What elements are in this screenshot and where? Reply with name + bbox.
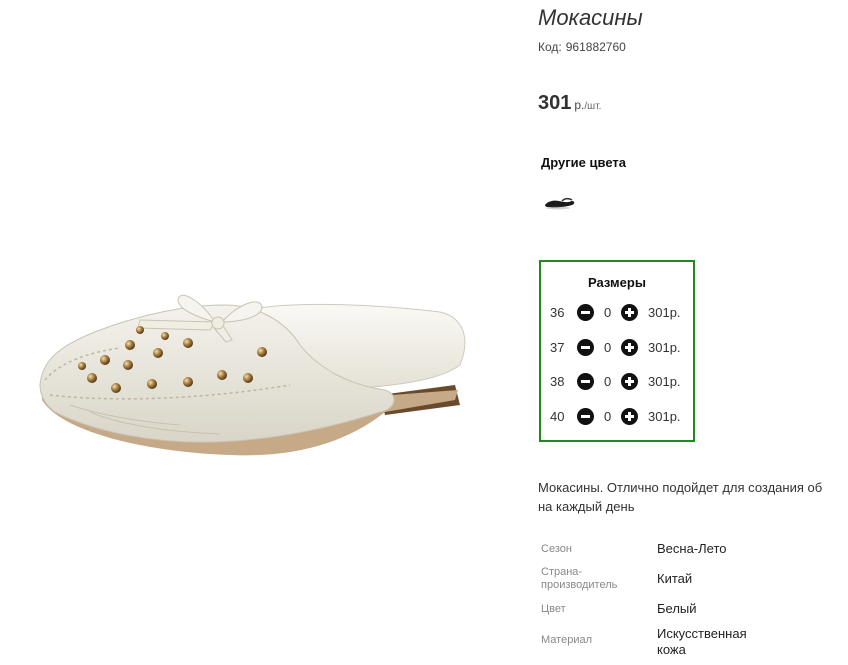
- qty-value: 0: [604, 409, 612, 424]
- product-price: 301 р./шт.: [538, 92, 601, 115]
- spec-value-material: Искусственная кожа: [657, 626, 747, 658]
- spec-label-color: Цвет: [541, 603, 566, 615]
- decrease-qty-button[interactable]: [577, 304, 594, 321]
- spec-label-material: Материал: [541, 634, 592, 646]
- size-value: 38: [550, 374, 565, 389]
- other-colors-title: Другие цвета: [541, 155, 626, 170]
- spec-label-season: Сезон: [541, 543, 572, 555]
- decrease-qty-button[interactable]: [577, 373, 594, 390]
- size-price: 301р.: [648, 374, 681, 389]
- size-value: 36: [550, 305, 565, 320]
- code-label: Код:: [538, 40, 562, 54]
- black-shoe-thumbnail-icon: [545, 197, 575, 210]
- size-row: 40 0 301р.: [541, 407, 693, 427]
- size-row: 36 0 301р.: [541, 303, 693, 323]
- spec-label-line: производитель: [541, 579, 618, 591]
- qty-value: 0: [604, 305, 612, 320]
- product-info: Мокасины Код: 961882760 301 р./шт. Другие …: [538, 0, 848, 660]
- spec-value-country: Китай: [657, 571, 693, 586]
- size-value: 40: [550, 409, 565, 424]
- size-row: 38 0 301р.: [541, 372, 693, 392]
- size-price: 301р.: [648, 305, 681, 320]
- size-price: 301р.: [648, 340, 681, 355]
- description-line: Мокасины. Отлично подойдет для создания …: [538, 480, 823, 495]
- product-title: Мокасины: [538, 5, 643, 30]
- code-value: 961882760: [565, 40, 626, 54]
- spec-value-season: Весна-Лето: [657, 541, 727, 556]
- sizes-title: Размеры: [588, 275, 646, 290]
- spec-value-line: кожа: [657, 642, 686, 657]
- description-line: на каждый день: [538, 499, 635, 514]
- increase-qty-button[interactable]: [621, 339, 638, 356]
- qty-value: 0: [604, 374, 612, 389]
- product-code: Код: 961882760: [538, 40, 626, 54]
- size-price: 301р.: [648, 409, 681, 424]
- increase-qty-button[interactable]: [621, 304, 638, 321]
- price-value: 301: [538, 92, 572, 114]
- spec-value-color: Белый: [657, 601, 697, 616]
- size-row: 37 0 301р.: [541, 338, 693, 358]
- decrease-qty-button[interactable]: [577, 339, 594, 356]
- price-unit: /шт.: [584, 101, 602, 112]
- increase-qty-button[interactable]: [621, 408, 638, 425]
- spec-value-line: Искусственная: [657, 626, 747, 641]
- color-swatch-black[interactable]: [542, 192, 576, 212]
- sizes-panel: Размеры 36 0 301р. 37 0 301р. 38 0 301р.…: [539, 260, 695, 442]
- size-value: 37: [550, 340, 565, 355]
- qty-value: 0: [604, 340, 612, 355]
- price-currency: р.: [574, 98, 585, 112]
- spec-label-line: Страна-: [541, 566, 583, 578]
- product-description: Мокасины. Отлично подойдет для создания …: [538, 478, 848, 516]
- increase-qty-button[interactable]: [621, 373, 638, 390]
- product-image: [0, 0, 520, 660]
- spec-label-country: Страна- производитель: [541, 566, 617, 592]
- decrease-qty-button[interactable]: [577, 408, 594, 425]
- shoe-illustration: [39, 294, 466, 456]
